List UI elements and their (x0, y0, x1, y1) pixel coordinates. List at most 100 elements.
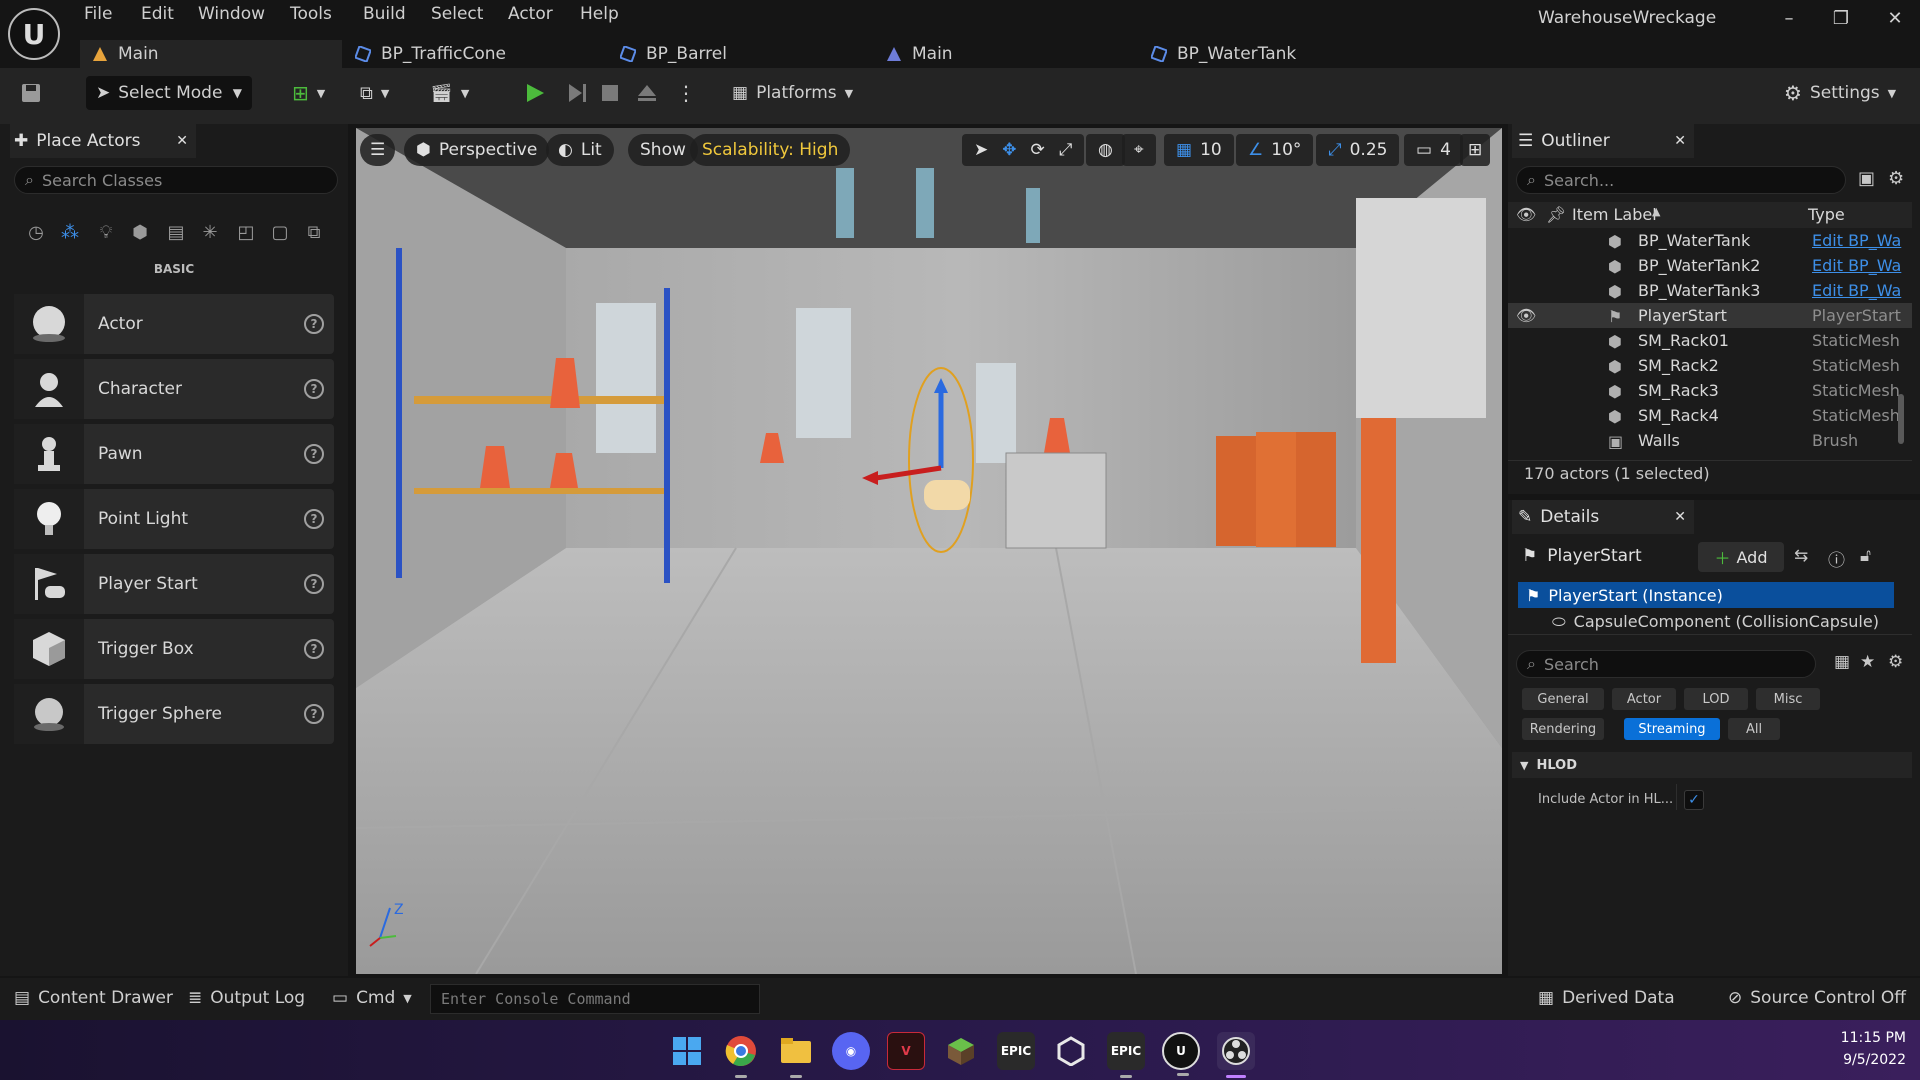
add-component-button[interactable]: ＋ Add (1698, 542, 1784, 572)
volumes-icon[interactable]: ▢ (268, 220, 292, 244)
more-options-icon[interactable]: ⋮ (676, 76, 696, 110)
restore-icon[interactable]: ❐ (1826, 8, 1856, 29)
menu-select[interactable]: Select (431, 4, 483, 24)
outliner-row[interactable]: 👁︎ ⚑ PlayerStart PlayerStart (1508, 303, 1912, 328)
close-icon[interactable]: ✕ (176, 133, 188, 149)
show-dropdown[interactable]: Show (628, 134, 698, 166)
scale-snap-button[interactable]: ⤢ 0.25 (1316, 134, 1400, 166)
settings-button[interactable]: ⚙ Settings ▼ (1784, 76, 1896, 110)
content-drawer-button[interactable]: ▤ Content Drawer (14, 988, 173, 1008)
actor-item-trigger-sphere[interactable]: Trigger Sphere ? (14, 684, 334, 744)
close-icon[interactable]: ✕ (1674, 133, 1686, 149)
tab-bp-barrel[interactable]: BP_Barrel (620, 40, 727, 68)
translate-icon[interactable]: ✥ (1002, 140, 1016, 160)
unity-icon[interactable] (1052, 1032, 1090, 1070)
visual-effects-icon[interactable]: ✳ (198, 220, 222, 244)
epic-games-icon[interactable]: EPIC (1107, 1032, 1145, 1078)
details-tab[interactable]: ✎ Details ✕ (1512, 500, 1694, 534)
clock-date[interactable]: 9/5/2022 (1826, 1052, 1906, 1068)
help-icon[interactable]: ? (304, 314, 324, 334)
discord-icon[interactable]: ◉ (832, 1032, 870, 1070)
actor-item-trigger-box[interactable]: Trigger Box ? (14, 619, 334, 679)
place-actors-tab[interactable]: ✚ Place Actors ✕ (10, 124, 196, 158)
blueprint-menu-button[interactable]: ⧉ ▼ (360, 76, 389, 110)
add-content-button[interactable]: ⊞ ▼ (292, 76, 325, 110)
viewport-layout-button[interactable]: ⊞ (1460, 134, 1491, 166)
help-icon[interactable]: ? (304, 639, 324, 659)
include-actor-checkbox[interactable]: ✓ (1684, 790, 1704, 810)
star-icon[interactable]: ★ (1860, 652, 1875, 672)
blueprint-convert-icon[interactable]: ⇆ (1794, 546, 1808, 566)
item-label-column[interactable]: Item Label (1572, 205, 1657, 224)
minecraft-icon[interactable] (942, 1032, 980, 1070)
unreal-logo-icon[interactable]: U (8, 8, 60, 60)
eject-button[interactable] (636, 76, 658, 110)
epic-games-icon[interactable]: EPIC (997, 1032, 1035, 1070)
all-classes-icon[interactable]: ⧉ (302, 220, 326, 244)
chrome-icon[interactable] (722, 1032, 760, 1078)
help-icon[interactable]: ? (304, 574, 324, 594)
actor-item-pawn[interactable]: Pawn ? (14, 424, 334, 484)
close-icon[interactable]: ✕ (1880, 8, 1910, 29)
tab-main-level-2[interactable]: Main (886, 40, 953, 68)
outliner-row[interactable]: ⬢ BP_WaterTank Edit BP_Wa (1508, 228, 1912, 253)
scale-icon[interactable]: ⤢ (1059, 140, 1073, 160)
capsule-component-row[interactable]: ⬭ CapsuleComponent (CollisionCapsule) (1552, 612, 1879, 632)
actor-item-point-light[interactable]: Point Light ? (14, 489, 334, 549)
rotate-icon[interactable]: ⟳ (1031, 140, 1045, 160)
filter-streaming[interactable]: Streaming (1624, 718, 1720, 740)
filter-rendering[interactable]: Rendering (1522, 718, 1604, 740)
search-classes-input[interactable]: ⌕ Search Classes (14, 166, 338, 194)
rotation-snap-button[interactable]: ∠ 10° (1236, 134, 1314, 166)
source-control-button[interactable]: ⊘ Source Control Off (1728, 988, 1906, 1008)
menu-file[interactable]: File (84, 4, 112, 24)
help-icon[interactable]: ? (304, 704, 324, 724)
type-column[interactable]: Type (1808, 205, 1845, 224)
outliner-scrollbar[interactable] (1898, 394, 1904, 444)
lights-icon[interactable]: 💡︎ (94, 220, 118, 244)
derived-data-button[interactable]: ▦ Derived Data (1538, 988, 1675, 1008)
menu-edit[interactable]: Edit (141, 4, 174, 24)
camera-speed-button[interactable]: ▭ 4 (1404, 134, 1463, 166)
help-icon[interactable]: ⓘ (1828, 546, 1845, 571)
viewport-options-button[interactable]: ☰ (360, 134, 396, 166)
outliner-row[interactable]: ⬢ SM_Rack4 StaticMesh (1508, 403, 1912, 428)
actor-item-actor[interactable]: Actor ? (14, 294, 334, 354)
filter-all[interactable]: All (1728, 718, 1780, 740)
menu-build[interactable]: Build (363, 4, 406, 24)
select-cursor-icon[interactable]: ➤ (974, 140, 988, 160)
tab-bp-trafficcone[interactable]: BP_TrafficCone (355, 40, 506, 68)
lit-dropdown[interactable]: ◐ Lit (546, 134, 614, 166)
save-icon[interactable] (20, 76, 42, 110)
advance-frame-button[interactable] (566, 76, 588, 110)
component-instance-row[interactable]: ⚑ PlayerStart (Instance) (1518, 582, 1894, 608)
edit-blueprint-link[interactable]: Edit BP_Wa (1812, 256, 1904, 275)
app-v-icon[interactable]: V (887, 1032, 925, 1070)
gear-icon[interactable]: ⚙ (1888, 168, 1904, 189)
tab-bp-watertank[interactable]: BP_WaterTank (1151, 40, 1296, 68)
obs-icon[interactable] (1217, 1032, 1255, 1078)
menu-window[interactable]: Window (198, 4, 265, 24)
gear-icon[interactable]: ⚙ (1888, 652, 1903, 672)
edit-blueprint-link[interactable]: Edit BP_Wa (1812, 281, 1904, 300)
recent-icon[interactable]: ◷ (24, 220, 48, 244)
filter-general[interactable]: General (1522, 688, 1604, 710)
shapes-icon[interactable]: ⬢ (128, 220, 152, 244)
close-icon[interactable]: ✕ (1674, 509, 1686, 525)
surface-snapping-toggle[interactable]: ⌖ (1122, 134, 1156, 166)
console-command-input[interactable]: Enter Console Command (430, 984, 760, 1014)
outliner-row[interactable]: ⬢ SM_Rack2 StaticMesh (1508, 353, 1912, 378)
outliner-row[interactable]: ⬢ SM_Rack01 StaticMesh (1508, 328, 1912, 353)
platforms-button[interactable]: ▦ Platforms ▼ (732, 76, 853, 110)
outliner-row[interactable]: ▣ Walls Brush (1508, 428, 1912, 453)
hlod-section-header[interactable]: ▼ HLOD (1512, 752, 1912, 778)
edit-blueprint-link[interactable]: Edit BP_Wa (1812, 231, 1904, 250)
filter-misc[interactable]: Misc (1756, 688, 1820, 710)
help-icon[interactable]: ? (304, 379, 324, 399)
outliner-tab[interactable]: ☰ Outliner ✕ (1512, 124, 1694, 158)
scalability-dropdown[interactable]: Scalability: High (690, 134, 851, 166)
outliner-row[interactable]: ⬢ SM_Rack3 StaticMesh (1508, 378, 1912, 403)
filter-lod[interactable]: LOD (1684, 688, 1748, 710)
output-log-button[interactable]: ≣ Output Log (188, 988, 305, 1008)
file-explorer-icon[interactable] (777, 1032, 815, 1078)
